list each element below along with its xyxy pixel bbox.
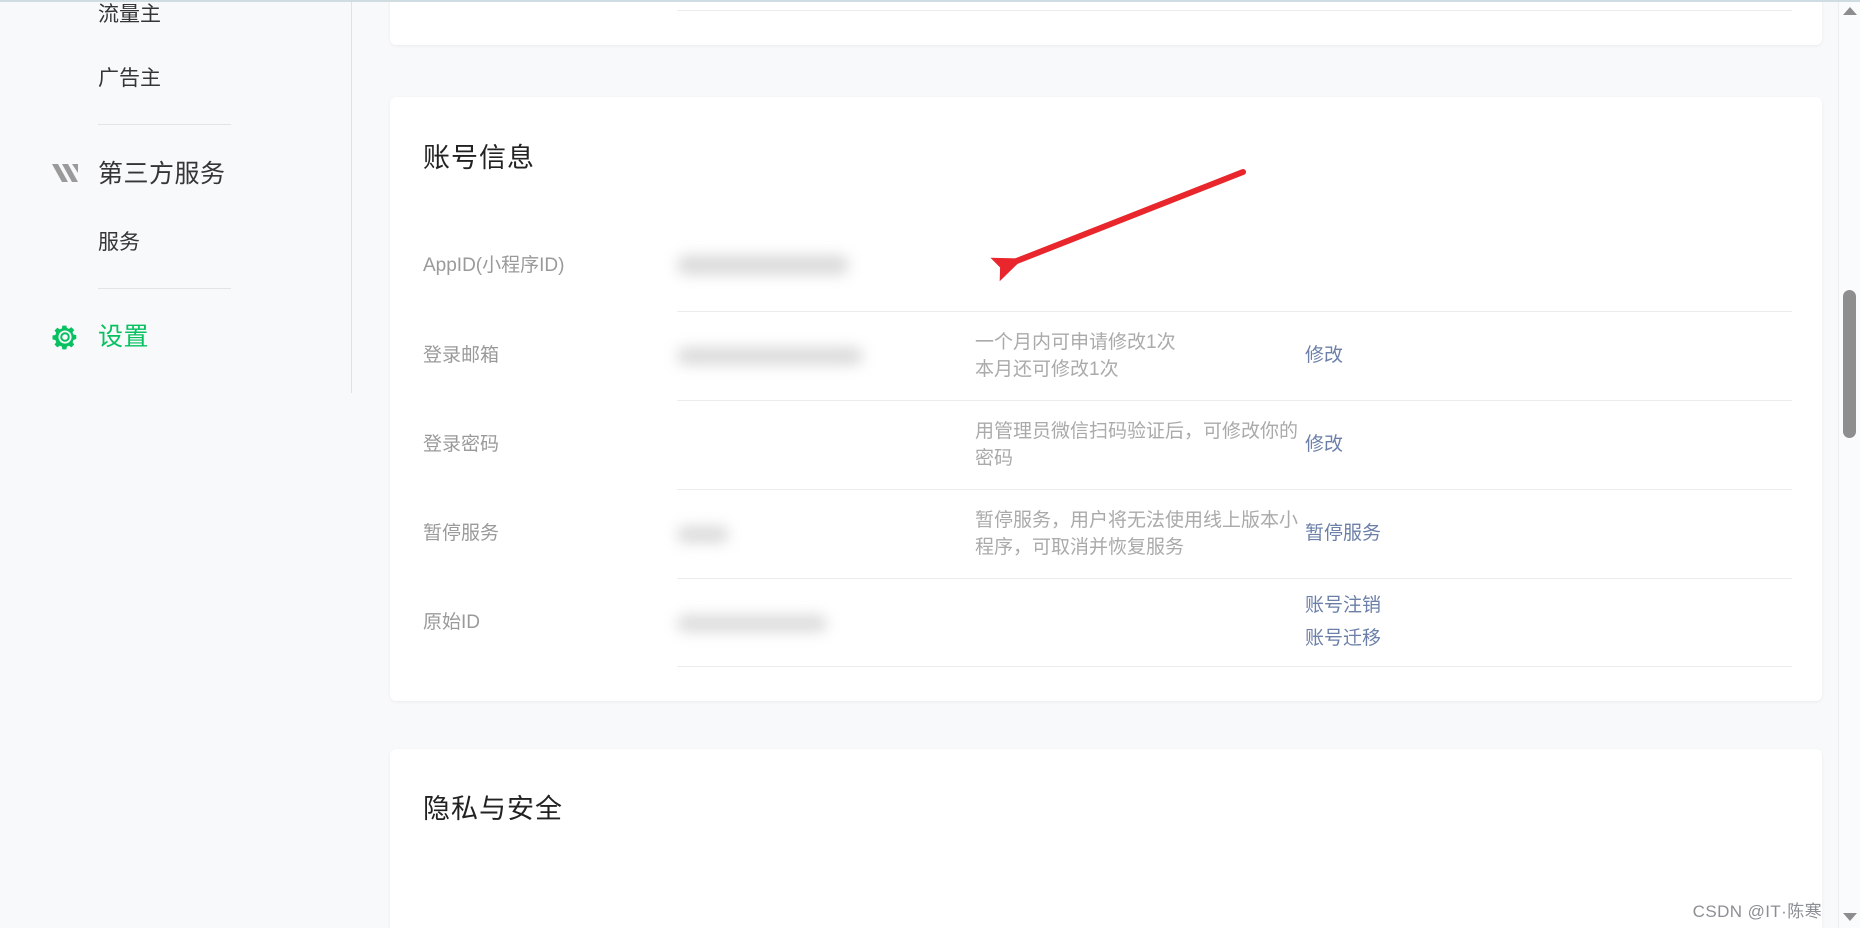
- sidebar-item-label: 服务: [98, 231, 140, 254]
- app-root: 流量主 广告主 第三方服务 服务 设置 账号信息 AppID(小程序ID) 登录…: [0, 0, 1860, 928]
- row-original-id: 原始ID 账号注销 账号迁移: [423, 578, 1792, 668]
- divider: [677, 10, 1792, 11]
- login-email-value: [677, 347, 975, 366]
- sidebar-divider-2: [98, 288, 231, 289]
- row-actions: 账号注销 账号迁移: [1305, 593, 1455, 653]
- third-party-icon: [50, 161, 98, 187]
- row-label: 登录密码: [423, 434, 500, 456]
- modify-password-link[interactable]: 修改: [1305, 432, 1343, 459]
- chevron-up-icon[interactable]: [1839, 2, 1860, 20]
- sidebar-item-third-party-service[interactable]: 第三方服务: [50, 154, 352, 194]
- row-actions: 暂停服务: [1305, 521, 1455, 548]
- gear-icon: [50, 322, 98, 352]
- sidebar-item-service[interactable]: 服务: [50, 228, 352, 257]
- description-line: 密码: [975, 448, 1014, 470]
- redacted-value: [677, 255, 849, 276]
- description-line: 程序，可取消并恢复服务: [975, 537, 1185, 559]
- appid-value: [677, 255, 975, 276]
- description-line: 本月还可修改1次: [975, 359, 1119, 381]
- row-appid: AppID(小程序ID): [423, 219, 1792, 311]
- sidebar-item-label: 第三方服务: [98, 159, 226, 188]
- description-line: 用管理员微信扫码验证后，可修改你的: [975, 420, 1299, 442]
- card-bottom-padding: [390, 667, 1822, 701]
- vertical-scrollbar[interactable]: [1838, 0, 1860, 928]
- card-spacer: [352, 45, 1860, 75]
- row-suspend-service: 暂停服务 暂停服务，用户将无法使用线上版本小 程序，可取消并恢复服务 暂停服务: [423, 489, 1792, 578]
- privacy-security-card: 隐私与安全: [390, 749, 1822, 928]
- watermark: CSDN @IT·陈寒: [1692, 902, 1822, 921]
- sidebar-item-settings[interactable]: 设置: [50, 317, 352, 357]
- row-actions: 修改: [1305, 432, 1455, 459]
- account-migrate-link[interactable]: 账号迁移: [1305, 626, 1381, 653]
- row-label: 原始ID: [423, 612, 481, 634]
- modify-email-link[interactable]: 修改: [1305, 343, 1343, 370]
- sidebar-divider-1: [98, 124, 231, 125]
- row-login-password: 登录密码 用管理员微信扫码验证后，可修改你的 密码 修改: [423, 400, 1792, 489]
- row-login-email: 登录邮箱 一个月内可申请修改1次 本月还可修改1次 修改: [423, 311, 1792, 400]
- account-deregister-link[interactable]: 账号注销: [1305, 593, 1381, 620]
- sidebar: 流量主 广告主 第三方服务 服务 设置: [0, 0, 352, 928]
- sidebar-item-traffic-owner[interactable]: 流量主: [50, 0, 352, 29]
- sidebar-item-advertiser[interactable]: 广告主: [50, 64, 352, 93]
- row-description: 用管理员微信扫码验证后，可修改你的 密码: [975, 418, 1305, 473]
- privacy-security-body: [390, 846, 1822, 928]
- row-description: 一个月内可申请修改1次 本月还可修改1次: [975, 329, 1305, 384]
- row-label: 暂停服务: [423, 523, 500, 545]
- previous-card-partial: [390, 0, 1822, 45]
- account-info-title: 账号信息: [423, 143, 535, 174]
- redacted-value: [677, 347, 863, 366]
- scrollbar-thumb[interactable]: [1843, 290, 1856, 438]
- account-info-card: 账号信息 AppID(小程序ID) 登录邮箱 一个月内可申请修改1次 本月还可修…: [390, 97, 1822, 702]
- row-label: AppID(小程序ID): [423, 254, 565, 276]
- main-content: 账号信息 AppID(小程序ID) 登录邮箱 一个月内可申请修改1次 本月还可修…: [352, 0, 1860, 928]
- row-actions: 修改: [1305, 343, 1455, 370]
- suspend-service-link[interactable]: 暂停服务: [1305, 521, 1381, 548]
- chevron-down-icon[interactable]: [1839, 908, 1860, 926]
- description-line: 暂停服务，用户将无法使用线上版本小: [975, 509, 1299, 531]
- original-id-value: [677, 614, 975, 632]
- account-info-rows: AppID(小程序ID) 登录邮箱 一个月内可申请修改1次 本月还可修改1次 修…: [390, 219, 1822, 668]
- description-line: 一个月内可申请修改1次: [975, 331, 1176, 353]
- row-description: 暂停服务，用户将无法使用线上版本小 程序，可取消并恢复服务: [975, 507, 1305, 562]
- row-label: 登录邮箱: [423, 345, 500, 367]
- page-top-edge: [0, 0, 1860, 2]
- sidebar-item-label: 设置: [98, 322, 150, 351]
- suspend-service-value: [677, 525, 975, 543]
- sidebar-item-label: 流量主: [98, 3, 161, 26]
- privacy-security-title: 隐私与安全: [423, 794, 563, 825]
- redacted-value: [677, 525, 729, 543]
- redacted-value: [677, 614, 827, 632]
- sidebar-item-label: 广告主: [98, 67, 161, 90]
